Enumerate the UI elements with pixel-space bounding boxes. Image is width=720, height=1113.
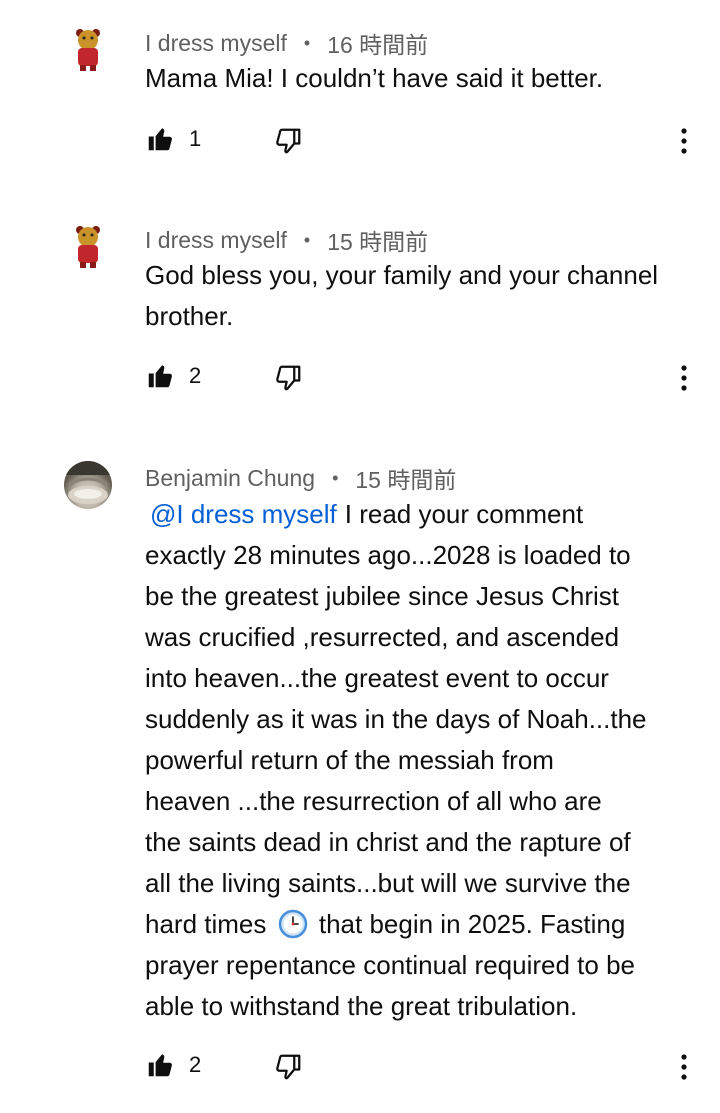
author-name[interactable]: I dress myself: [145, 30, 287, 57]
comment-text: @I dress myself I read your comment exact…: [145, 494, 705, 1027]
comment-text-line: prayer repentance continual required to …: [145, 950, 635, 980]
comment-text-line: @I dress myself I read your comment: [145, 494, 705, 535]
comment-text-segment: hard times: [145, 909, 267, 939]
author-name[interactable]: Benjamin Chung: [145, 465, 315, 492]
comment-text-segment: that begin in 2025. Fasting: [318, 909, 626, 939]
comment-meta: I dress myself • 15 時間前: [145, 223, 428, 257]
more-vert-icon: [681, 1054, 687, 1080]
dislike-button[interactable]: [273, 1052, 305, 1084]
like-button[interactable]: [145, 361, 177, 393]
like-button[interactable]: [145, 124, 177, 156]
comment-text-line: heaven ...the resurrection of all who ar…: [145, 786, 602, 816]
comment-text-line: be the greatest jubilee since Jesus Chri…: [145, 581, 620, 611]
comment-text-line: the saints dead in christ and the raptur…: [145, 827, 631, 857]
comment-text-line: Mama Mia! I couldn’t have said it better…: [145, 63, 604, 93]
comment-meta: Benjamin Chung • 15 時間前: [145, 461, 456, 495]
like-count: 1: [189, 126, 202, 151]
comment-meta: I dress myself • 16 時間前: [145, 26, 428, 60]
timestamp[interactable]: 16 時間前: [327, 26, 428, 60]
timestamp[interactable]: 15 時間前: [355, 461, 456, 495]
comment-text: God bless you, your family and your chan…: [145, 255, 705, 337]
thumbs-up-icon: [148, 365, 172, 388]
separator: •: [332, 467, 339, 488]
comment-text-line: all the living saints...but will we surv…: [145, 868, 631, 898]
comment-text-line: exactly 28 minutes ago...2028 is loaded …: [145, 540, 631, 570]
stadium-photo-avatar-icon: [64, 461, 112, 504]
comment-actions: 2: [145, 1050, 705, 1086]
separator: •: [303, 229, 311, 250]
thumbs-down-icon: [276, 365, 301, 391]
comment-text-line: able to withstand the great tribulation.: [145, 991, 578, 1021]
dislike-button[interactable]: [273, 126, 305, 158]
like-count: 2: [189, 363, 202, 388]
dislike-button[interactable]: [273, 363, 305, 395]
thumbs-up-icon: [148, 128, 172, 151]
comment-text-segment: I read your comment: [344, 499, 584, 529]
avatar[interactable]: [64, 222, 112, 270]
red-bear-avatar-icon: [76, 29, 100, 71]
separator: •: [303, 32, 311, 53]
comment-text: Mama Mia! I couldn’t have said it better…: [145, 58, 695, 99]
timestamp[interactable]: 15 時間前: [327, 223, 428, 257]
more-options-button[interactable]: [671, 1050, 697, 1084]
like-count: 2: [189, 1052, 202, 1077]
mention-link[interactable]: @I dress myself: [150, 499, 337, 529]
avatar[interactable]: [64, 461, 112, 509]
comment-text-line: powerful return of the messiah from: [145, 745, 554, 775]
red-bear-avatar-icon: [76, 226, 100, 268]
comment-text-line: brother.: [145, 301, 234, 331]
clock-emoji-icon: [278, 909, 308, 939]
more-options-button[interactable]: [671, 361, 697, 395]
more-options-button[interactable]: [671, 124, 697, 158]
like-button[interactable]: [145, 1050, 177, 1082]
comment-text-line: suddenly as it was in the days of Noah..…: [145, 704, 647, 734]
thumbs-down-icon: [276, 128, 301, 154]
comment-text-line: God bless you, your family and your chan…: [145, 260, 659, 290]
thumbs-down-icon: [276, 1054, 301, 1080]
more-vert-icon: [681, 128, 687, 154]
comment-text-line: was crucified ,resurrected, and ascended: [145, 622, 620, 652]
comment-actions: 1: [145, 124, 705, 160]
comment-text-line: into heaven...the greatest event to occu…: [145, 663, 609, 693]
author-name[interactable]: I dress myself: [145, 227, 287, 254]
comment-text-line: hard times that begin in 2025. Fasting: [145, 904, 705, 945]
thumbs-up-icon: [148, 1054, 172, 1077]
more-vert-icon: [681, 365, 687, 391]
avatar[interactable]: [64, 25, 112, 73]
comment-actions: 2: [145, 361, 705, 397]
